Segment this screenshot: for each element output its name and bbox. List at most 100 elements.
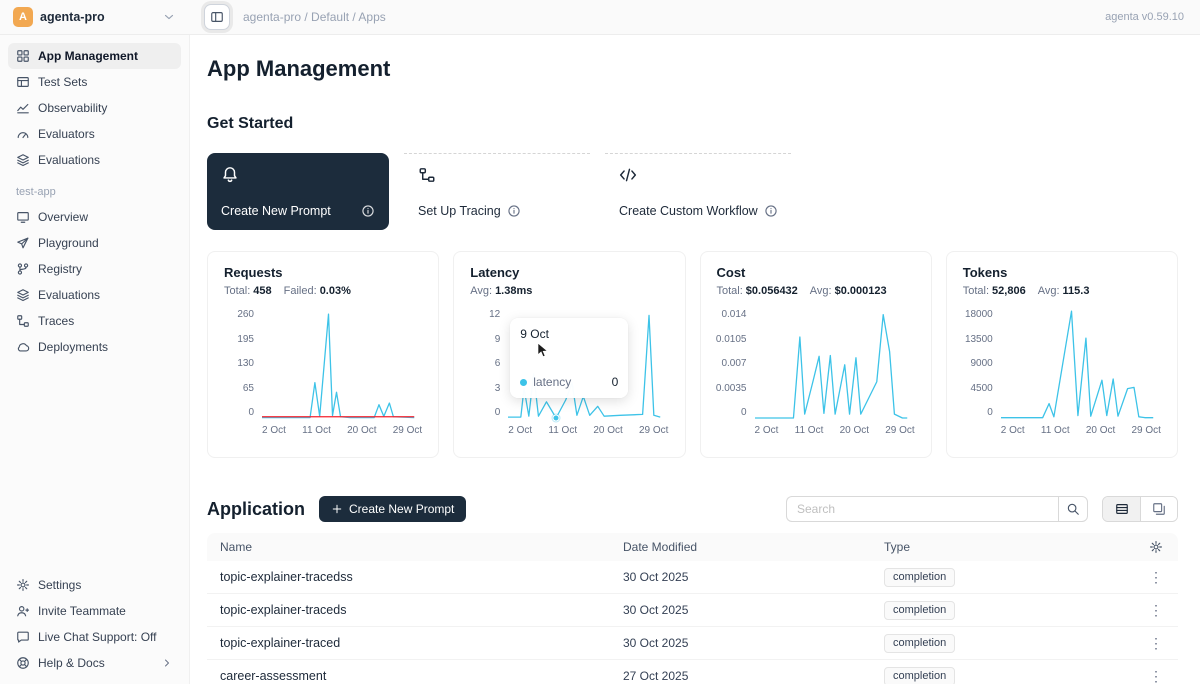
cost-chart[interactable] [755, 310, 915, 418]
sidebar-item-evaluations[interactable]: Evaluations [8, 147, 181, 173]
get-started-title: Get Started [207, 115, 1178, 133]
sidebar-item-app-management[interactable]: App Management [8, 43, 181, 69]
tokens-chart[interactable] [1001, 310, 1161, 418]
cost-stat-card: Cost Total:$0.056432 Avg:$0.000123 0.014… [700, 251, 932, 458]
sidebar-item-label: Test Sets [38, 75, 87, 89]
column-header-date-modified: Date Modified [610, 540, 871, 554]
table-row[interactable]: career-assessment 27 Oct 2025 completion… [207, 660, 1178, 684]
sidebar-item-label: Evaluations [38, 288, 100, 302]
layers-icon [16, 153, 30, 167]
chart-tooltip: 9 Oct latency 0 [510, 318, 628, 398]
sidebar-item-overview[interactable]: Overview [8, 204, 181, 230]
stat-title: Tokens [963, 265, 1161, 280]
sidebar-item-label: Deployments [38, 340, 108, 354]
x-axis-labels: 2 Oct11 Oct20 Oct29 Oct [508, 425, 668, 436]
stat-title: Latency [470, 265, 668, 280]
sidebar-collapse-button[interactable] [204, 4, 230, 30]
tooltip-series: latency [533, 375, 571, 389]
search-icon [1066, 502, 1080, 516]
card-view-button[interactable] [1140, 497, 1177, 521]
stat-cards: Requests Total:458 Failed:0.03% 26019513… [207, 251, 1178, 458]
sidebar-item-label: Overview [38, 210, 88, 224]
cloud-icon [16, 340, 30, 354]
type-badge: completion [884, 667, 955, 684]
sidebar-item-evaluations-app[interactable]: Evaluations [8, 282, 181, 308]
chevron-down-icon [162, 10, 176, 24]
sidebar-item-label: Help & Docs [38, 656, 105, 670]
workspace-switcher[interactable]: A agenta-pro [0, 7, 190, 27]
topbar: A agenta-pro agenta-pro / Default / Apps… [0, 0, 1200, 35]
info-icon[interactable] [764, 204, 778, 218]
app-date-modified: 30 Oct 2025 [610, 636, 871, 650]
sidebar-item-label: Observability [38, 101, 107, 115]
stat-metrics: Total:$0.056432 Avg:$0.000123 [717, 285, 915, 297]
prompt-icon [221, 165, 239, 183]
sidebar-item-registry[interactable]: Registry [8, 256, 181, 282]
column-settings-button[interactable] [1134, 540, 1178, 554]
sidebar-item-settings[interactable]: Settings [8, 572, 181, 598]
type-badge: completion [884, 568, 955, 587]
sidebar-item-live-chat[interactable]: Live Chat Support: Off [8, 624, 181, 650]
sidebar-item-invite-teammate[interactable]: Invite Teammate [8, 598, 181, 624]
app-date-modified: 30 Oct 2025 [610, 603, 871, 617]
sidebar-section-test-app: test-app [8, 173, 181, 204]
sidebar-panel-icon [210, 10, 224, 24]
table-header: Name Date Modified Type [207, 533, 1178, 561]
x-axis-labels: 2 Oct11 Oct20 Oct29 Oct [755, 425, 915, 436]
help-icon [16, 656, 30, 670]
y-axis-labels: 129630 [470, 310, 508, 418]
sidebar-item-observability[interactable]: Observability [8, 95, 181, 121]
table-row[interactable]: topic-explainer-traced 30 Oct 2025 compl… [207, 627, 1178, 660]
x-axis-labels: 2 Oct11 Oct20 Oct29 Oct [262, 425, 422, 436]
sidebar-item-label: Live Chat Support: Off [38, 630, 157, 644]
info-icon[interactable] [507, 204, 521, 218]
workspace-name: agenta-pro [40, 10, 105, 24]
create-new-prompt-card[interactable]: Create New Prompt [207, 153, 389, 230]
table-view-button[interactable] [1103, 497, 1140, 521]
card-label: Create New Prompt [221, 204, 331, 218]
column-header-type: Type [871, 540, 1134, 554]
table-row[interactable]: topic-explainer-tracedss 30 Oct 2025 com… [207, 561, 1178, 594]
stat-title: Cost [717, 265, 915, 280]
cursor-icon [536, 342, 550, 361]
set-up-tracing-card[interactable]: Set Up Tracing [404, 153, 590, 230]
sidebar-item-test-sets[interactable]: Test Sets [8, 69, 181, 95]
search-input[interactable] [786, 496, 1058, 522]
row-menu-button[interactable]: ⋮ [1149, 603, 1163, 617]
sidebar-item-label: Invite Teammate [38, 604, 126, 618]
x-axis-labels: 2 Oct11 Oct20 Oct29 Oct [1001, 425, 1161, 436]
breadcrumb[interactable]: agenta-pro / Default / Apps [243, 10, 386, 24]
app-name: topic-explainer-traced [207, 636, 610, 650]
sidebar-item-help-docs[interactable]: Help & Docs [8, 650, 181, 676]
application-title: Application [207, 499, 305, 520]
column-header-name: Name [207, 540, 610, 554]
sidebar-item-playground[interactable]: Playground [8, 230, 181, 256]
row-menu-button[interactable]: ⋮ [1149, 669, 1163, 683]
table-view-icon [1115, 502, 1129, 516]
info-icon[interactable] [361, 204, 375, 218]
sidebar-item-label: Evaluations [38, 153, 100, 167]
gauge-icon [16, 127, 30, 141]
sidebar-item-deployments[interactable]: Deployments [8, 334, 181, 360]
code-icon [619, 166, 637, 184]
branch-icon [16, 262, 30, 276]
card-label: Create Custom Workflow [619, 204, 758, 218]
create-custom-workflow-card[interactable]: Create Custom Workflow [605, 153, 791, 230]
card-view-icon [1152, 502, 1166, 516]
search-button[interactable] [1058, 496, 1088, 522]
y-axis-labels: 0.0140.01050.0070.00350 [717, 310, 755, 418]
sidebar-item-traces[interactable]: Traces [8, 308, 181, 334]
app-name: topic-explainer-tracedss [207, 570, 610, 584]
table-row[interactable]: topic-explainer-traceds 30 Oct 2025 comp… [207, 594, 1178, 627]
paper-plane-icon [16, 236, 30, 250]
create-new-prompt-button[interactable]: Create New Prompt [319, 496, 466, 522]
app-name: topic-explainer-traceds [207, 603, 610, 617]
get-started-cards: Create New Prompt Set Up Tracing Create … [207, 153, 1178, 230]
sidebar-item-evaluators[interactable]: Evaluators [8, 121, 181, 147]
sidebar-item-label: Playground [38, 236, 99, 250]
user-plus-icon [16, 604, 30, 618]
chevron-right-icon [161, 657, 173, 669]
row-menu-button[interactable]: ⋮ [1149, 636, 1163, 650]
requests-chart[interactable] [262, 310, 422, 418]
row-menu-button[interactable]: ⋮ [1149, 570, 1163, 584]
